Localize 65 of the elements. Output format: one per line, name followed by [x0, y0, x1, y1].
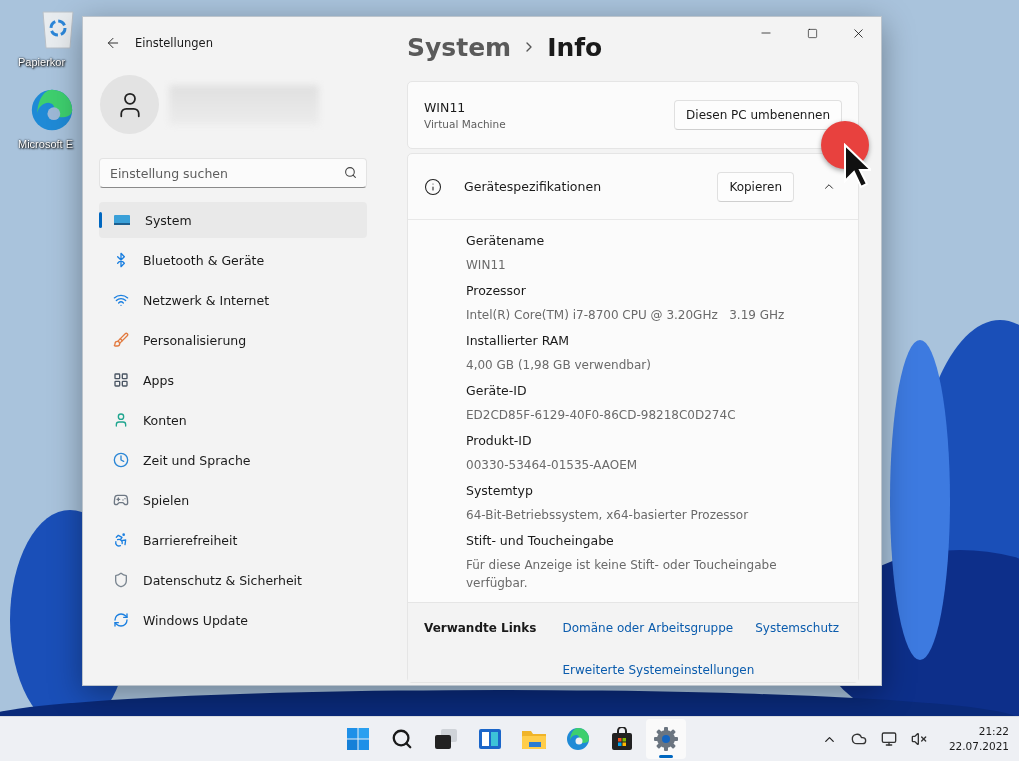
edge-logo-icon: [566, 727, 590, 751]
related-link[interactable]: Systemschutz: [755, 621, 840, 641]
sidebar-item[interactable]: Bluetooth & Geräte: [99, 242, 367, 278]
spec-value: Für diese Anzeige ist keine Stift- oder Toucheingabe verfügbar.: [466, 557, 778, 592]
device-model: Virtual Machine: [424, 118, 506, 130]
edge-logo-icon: [30, 88, 74, 132]
brush-icon: [113, 332, 129, 348]
search-icon: [344, 166, 357, 179]
spec-value: 64-Bit-Betriebssystem, x64-basierter Prozessor: [466, 507, 750, 524]
volume-muted-icon[interactable]: [910, 731, 927, 747]
related-link[interactable]: Domäne oder Arbeitsgruppe: [562, 621, 734, 641]
spec-label: Produkt-ID: [466, 432, 533, 450]
page-title: Info: [547, 32, 603, 62]
spec-value: 4,00 GB (1,98 GB verwendbar): [466, 357, 652, 374]
spec-label: Geräte-ID: [466, 382, 528, 400]
breadcrumb-parent[interactable]: System: [407, 32, 512, 62]
rename-button[interactable]: Diesen PC umbenennen: [674, 100, 842, 130]
sidebar-item[interactable]: Konten: [99, 402, 367, 438]
spec-value: 00330-53464-01535-AAOEM: [466, 457, 639, 474]
windows-logo-icon: [346, 727, 370, 751]
clock-icon: [113, 452, 129, 468]
copy-button[interactable]: Kopieren: [717, 171, 794, 202]
spec-label: Installierter RAM: [466, 332, 571, 350]
shield-icon: [113, 572, 129, 588]
accessibility-icon: [113, 532, 129, 548]
spec-value: WIN11: [466, 257, 507, 274]
device-name: WIN11: [424, 100, 467, 115]
sidebar-item[interactable]: Spielen: [99, 482, 367, 518]
related-links-label: Verwandte Links: [424, 621, 537, 637]
spec-label: Prozessor: [466, 282, 527, 300]
display-icon: [113, 213, 131, 227]
task-view-icon: [434, 728, 458, 750]
store-bag-icon: [611, 727, 633, 751]
sidebar-item[interactable]: Personalisierung: [99, 322, 367, 358]
person-icon: [113, 412, 129, 428]
clock-date[interactable]: 22.07.2021: [948, 739, 1009, 754]
sidebar-item[interactable]: Barrierefreiheit: [99, 522, 367, 558]
section-title: Gerätespezifikationen: [464, 179, 603, 194]
sidebar-item[interactable]: Datenschutz & Sicherheit: [99, 562, 367, 598]
cloud-icon[interactable]: [850, 731, 867, 747]
back-icon[interactable]: [105, 35, 121, 51]
window-title: Einstellungen: [135, 36, 213, 50]
sidebar-item[interactable]: Apps: [99, 362, 367, 398]
maximize-icon[interactable]: [806, 27, 818, 39]
search-icon: [391, 728, 413, 750]
spec-label: Stift- und Toucheingabe: [466, 532, 615, 550]
sidebar-item[interactable]: Windows Update: [99, 602, 367, 638]
gear-icon: [653, 726, 679, 752]
info-icon: [424, 177, 442, 196]
clock-time[interactable]: 21:22: [978, 724, 1009, 739]
sidebar-item[interactable]: Zeit und Sprache: [99, 442, 367, 478]
apps-icon: [113, 372, 129, 388]
update-icon: [113, 612, 129, 628]
folder-icon: [521, 728, 547, 750]
search-field[interactable]: Einstellung suchen: [99, 158, 367, 188]
widgets-icon: [478, 728, 502, 750]
spec-value: ED2CD85F-6129-40F0-86CD-98218C0D274C: [466, 407, 737, 424]
spec-label: Systemtyp: [466, 482, 534, 500]
wifi-icon: [113, 292, 129, 308]
sidebar-item[interactable]: System: [99, 202, 367, 238]
gamepad-icon: [113, 492, 129, 508]
related-link[interactable]: Erweiterte Systemeinstellungen: [562, 662, 755, 682]
sidebar-item[interactable]: Netzwerk & Internet: [99, 282, 367, 318]
spec-label: Gerätename: [466, 232, 546, 250]
spec-value: Intel(R) Core(TM) i7-8700 CPU @ 3.20GHz 3.19 GHz: [466, 307, 786, 324]
